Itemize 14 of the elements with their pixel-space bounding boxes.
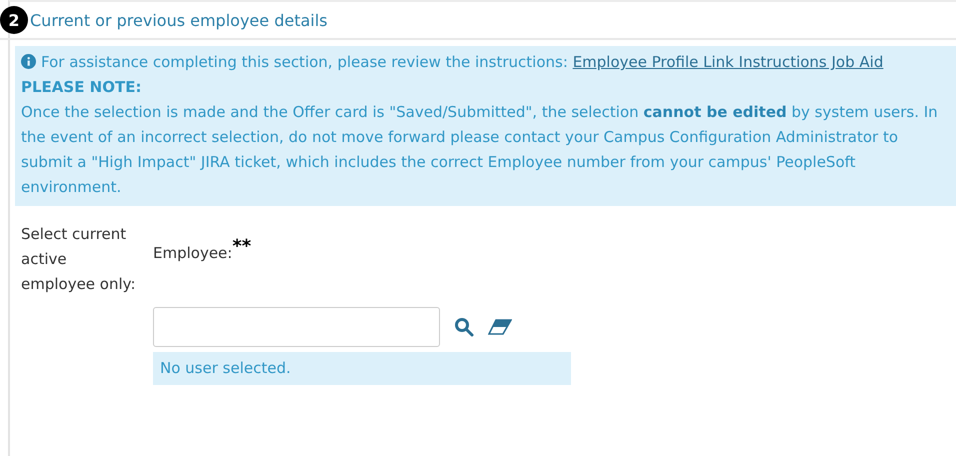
step-badge: 2 [0,6,28,34]
note-heading: PLEASE NOTE: [21,77,142,98]
employee-label: Employee: [153,244,232,262]
instruction-text: Select current active employee only: [21,224,136,295]
eraser-icon[interactable] [488,319,512,335]
status-message: No user selected. [153,352,571,385]
employee-field[interactable] [153,307,440,347]
section-title: Current or previous employee details [30,10,328,30]
note-text: Once the selection is made and the Offer card is "Saved/Submitted", the selection cannot be edited by system users. In the event of an incorrect selection, do not move forward please contact your Campus Configuration Administrator to submit a "High Impact" JIRA ticket, which includes the correct Employee number from your campus' PeopleSoft environment. [21,102,939,198]
info-icon [21,54,36,69]
instructions-link[interactable]: Employee Profile Link Instructions Job Aid [572,53,884,71]
search-icon[interactable] [454,317,474,337]
notice-text: For assistance completing this section, please review the instructions: Employee Profile Link Instructions Job Aid [41,53,884,71]
required-mark: ** [232,236,252,257]
